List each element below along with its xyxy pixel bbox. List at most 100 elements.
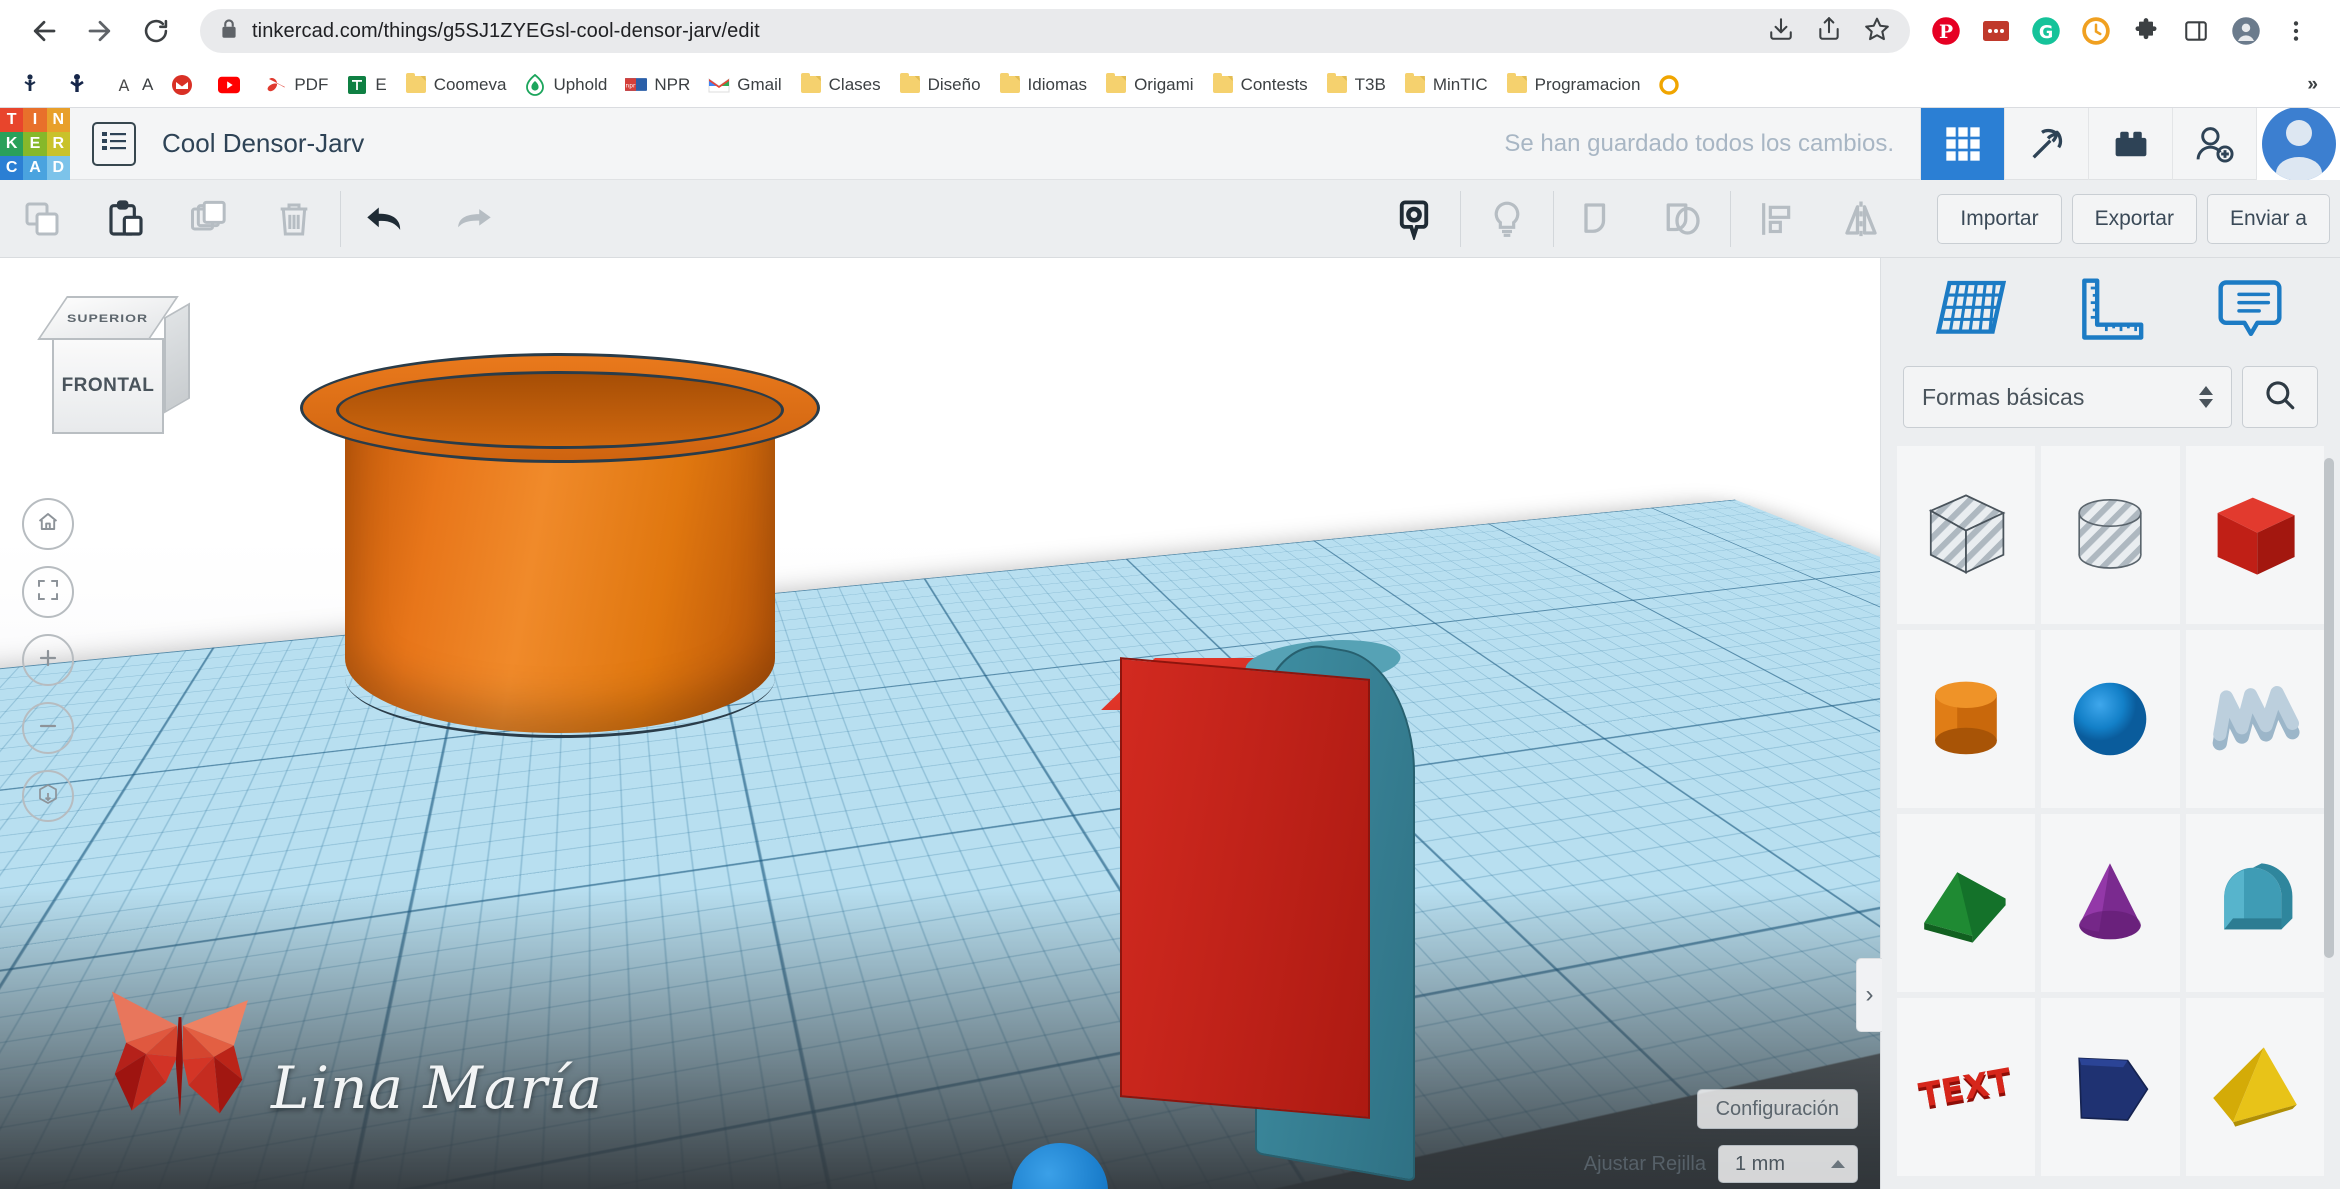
- mirror-icon[interactable]: [1819, 180, 1903, 258]
- tab-workplane[interactable]: [1919, 270, 2023, 354]
- wedge-icon: [1911, 848, 2021, 958]
- import-button[interactable]: Importar: [1937, 193, 2062, 244]
- ungroup-icon[interactable]: [1642, 180, 1726, 258]
- home-view-button[interactable]: [22, 498, 74, 550]
- reload-button[interactable]: [130, 5, 182, 57]
- shape-cylinder[interactable]: [1897, 630, 2036, 808]
- 3d-viewport[interactable]: SUPERIOR FRONTAL Lina María Configuració…: [0, 258, 1880, 1189]
- bookmark-item[interactable]: Uphold: [515, 70, 616, 100]
- add-person-icon[interactable]: [2172, 107, 2256, 180]
- puzzle-icon[interactable]: [2124, 9, 2168, 53]
- workplane-grid[interactable]: [0, 499, 1880, 1189]
- duplicate-icon[interactable]: [168, 180, 252, 258]
- bookmark-item[interactable]: T3B: [1317, 70, 1395, 100]
- view-cube-top-face[interactable]: SUPERIOR: [37, 296, 179, 340]
- bookmark-label: Idiomas: [1027, 74, 1088, 94]
- copy-icon[interactable]: [0, 180, 84, 258]
- pickaxe-icon[interactable]: [2004, 107, 2088, 180]
- settings-button[interactable]: Configuración: [1696, 1089, 1858, 1129]
- pinterest-icon[interactable]: P: [1924, 9, 1968, 53]
- shape-category-selector: Formas básicas: [1881, 366, 2340, 446]
- export-button[interactable]: Exportar: [2071, 193, 2197, 244]
- shape-wedge[interactable]: [1897, 814, 2036, 992]
- redo-icon[interactable]: [429, 180, 513, 258]
- bookmark-item[interactable]: Contests: [1203, 70, 1317, 100]
- bookmark-item[interactable]: Origami: [1096, 70, 1203, 100]
- lego-brick-icon[interactable]: [2088, 107, 2172, 180]
- grid-snap-select[interactable]: 1 mm: [1718, 1145, 1858, 1183]
- panel-collapse-handle[interactable]: ›: [1856, 958, 1882, 1032]
- grid-icon[interactable]: [1920, 107, 2004, 180]
- bookmark-item[interactable]: E: [337, 70, 395, 100]
- view-cube-side-face[interactable]: [164, 302, 190, 414]
- address-bar[interactable]: tinkercad.com/things/g5SJ1ZYEGsl-cool-de…: [200, 9, 1910, 53]
- group-icon[interactable]: [1558, 180, 1642, 258]
- bookmark-item[interactable]: Programacion: [1497, 70, 1650, 100]
- shape-roof[interactable]: [2185, 814, 2324, 992]
- share-icon[interactable]: [1816, 16, 1842, 47]
- bookmark-item[interactable]: [162, 70, 209, 100]
- project-list-button[interactable]: [92, 121, 136, 166]
- download-icon[interactable]: [1768, 16, 1794, 47]
- tab-ruler[interactable]: [2058, 270, 2162, 354]
- forward-button[interactable]: [74, 5, 126, 57]
- viewport-controls: [22, 498, 74, 822]
- folder-icon: [1506, 73, 1528, 96]
- note-icon[interactable]: [1372, 180, 1456, 258]
- shape-text[interactable]: TEXT TEXT: [1897, 998, 2036, 1176]
- shape-polygon[interactable]: [2041, 998, 2180, 1176]
- bookmark-label: Clases: [828, 74, 881, 94]
- fit-view-button[interactable]: [22, 566, 74, 618]
- shape-sphere[interactable]: [2041, 630, 2180, 808]
- delete-icon[interactable]: [252, 180, 336, 258]
- bookmark-item[interactable]: Gmail: [699, 70, 790, 100]
- bookmark-item[interactable]: AA: [104, 70, 162, 100]
- bookmark-item[interactable]: [1649, 70, 1696, 100]
- view-cube-front-face[interactable]: FRONTAL: [52, 338, 164, 434]
- shape-cone[interactable]: [2041, 814, 2180, 992]
- light-bulb-icon[interactable]: [1465, 180, 1549, 258]
- zoom-in-button[interactable]: [22, 634, 74, 686]
- bookmark-item[interactable]: Idiomas: [990, 70, 1097, 100]
- shape-box-hole[interactable]: [1897, 446, 2036, 624]
- send-to-button[interactable]: Enviar a: [2206, 193, 2330, 244]
- bookmark-item[interactable]: npr NPR: [616, 70, 699, 100]
- shape-scribble[interactable]: [2185, 630, 2324, 808]
- clock-icon[interactable]: [2074, 9, 2118, 53]
- paste-icon[interactable]: [84, 180, 168, 258]
- bookmark-item[interactable]: [57, 70, 104, 100]
- zoom-out-button[interactable]: [22, 702, 74, 754]
- extension-card-icon[interactable]: [1974, 9, 2018, 53]
- tinkercad-logo[interactable]: T I N K E R C A D: [0, 107, 70, 180]
- tab-notes[interactable]: [2198, 270, 2302, 354]
- red-box-slab[interactable]: [1120, 657, 1370, 1119]
- perspective-toggle-button[interactable]: [22, 770, 74, 822]
- bookmark-item[interactable]: Coomeva: [396, 70, 516, 100]
- view-cube[interactable]: SUPERIOR FRONTAL: [36, 296, 190, 446]
- page-title[interactable]: Cool Densor-Jarv: [162, 128, 364, 159]
- undo-icon[interactable]: [345, 180, 429, 258]
- search-button[interactable]: [2242, 366, 2318, 428]
- profile-icon[interactable]: [2224, 9, 2268, 53]
- bookmark-item[interactable]: Diseño: [890, 70, 990, 100]
- menu-icon[interactable]: [2274, 9, 2318, 53]
- bookmark-item[interactable]: [209, 70, 256, 100]
- sidebar-icon[interactable]: [2174, 9, 2218, 53]
- app-header: T I N K E R C A D Cool Densor-Jarv Se ha…: [0, 107, 2340, 180]
- align-icon[interactable]: [1735, 180, 1819, 258]
- panel-scrollbar[interactable]: [2324, 458, 2334, 958]
- star-icon[interactable]: [1864, 16, 1890, 47]
- bookmark-item[interactable]: PDF: [256, 70, 337, 100]
- shape-box-red[interactable]: [2185, 446, 2324, 624]
- orange-cylinder-jar[interactable]: [300, 353, 820, 783]
- shape-cylinder-hole[interactable]: [2041, 446, 2180, 624]
- bookmark-item[interactable]: Clases: [791, 70, 890, 100]
- bookmark-item[interactable]: [10, 70, 57, 100]
- bookmark-item[interactable]: MinTIC: [1395, 70, 1497, 100]
- avatar[interactable]: [2256, 107, 2340, 180]
- back-button[interactable]: [18, 5, 70, 57]
- shape-category-dropdown[interactable]: Formas básicas: [1903, 366, 2232, 428]
- grammarly-icon[interactable]: G: [2024, 9, 2068, 53]
- bookmarks-overflow-button[interactable]: »: [2297, 72, 2328, 98]
- shape-pyramid[interactable]: [2185, 998, 2324, 1176]
